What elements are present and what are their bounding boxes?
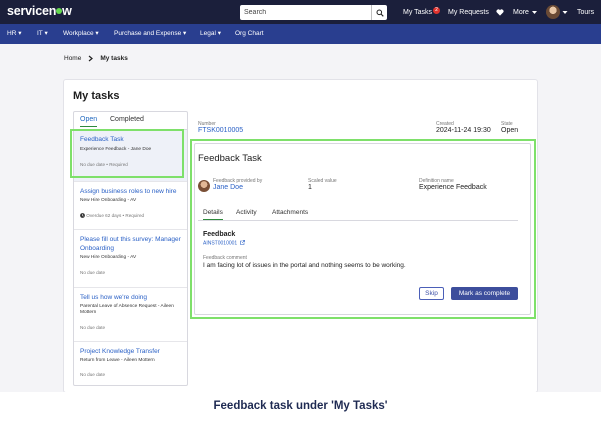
detail-title: Feedback Task — [198, 153, 262, 164]
screenshot-frame: servicenw My Tasks2 My Requests More Tou… — [0, 0, 601, 392]
favorites-heart[interactable] — [496, 0, 504, 24]
tab-attachments[interactable]: Attachments — [272, 209, 308, 216]
task-item-knowledge-transfer[interactable]: Project Knowledge Transfer Return from L… — [74, 342, 187, 385]
task-subtitle: New Hire Onboarding - AV — [80, 255, 137, 260]
chevron-down-icon: ▾ — [217, 30, 221, 37]
task-list: Open Completed Feedback Task Experience … — [73, 111, 188, 386]
scaled-value-label: Scaled value — [308, 178, 337, 184]
avatar-menu-toggle[interactable] — [562, 0, 568, 24]
task-subtitle: New Hire Onboarding - AV — [80, 198, 137, 203]
tab-details[interactable]: Details — [203, 209, 223, 220]
search-button[interactable] — [371, 5, 387, 20]
nav-more-label: More — [513, 8, 529, 16]
provider-avatar — [198, 180, 210, 192]
chevron-down-icon: ▾ — [183, 30, 187, 37]
nav-more[interactable]: More — [513, 0, 538, 24]
state-value: Open — [501, 127, 519, 134]
search-icon — [376, 9, 384, 17]
tab-activity[interactable]: Activity — [236, 209, 257, 216]
nav-my-tasks[interactable]: My Tasks 2 — [403, 0, 441, 24]
menu-bar: HR ▾ IT ▾ Workplace ▾ Purchase and Expen… — [0, 24, 601, 44]
feedback-heading: Feedback — [203, 231, 236, 238]
provided-by-value[interactable]: Jane Doe — [213, 184, 243, 191]
servicenow-logo[interactable]: servicen w — [7, 4, 72, 18]
task-meta: No due date — [80, 270, 106, 275]
created-value: 2024-11-24 19:30 — [436, 127, 491, 134]
chevron-down-icon — [531, 10, 537, 14]
feedback-comment-label: Feedback comment — [203, 255, 247, 261]
definition-name-value: Experience Feedback — [419, 184, 487, 191]
menu-purchase-expense-label: Purchase and Expense — [114, 30, 182, 37]
notification-badge: 2 — [433, 7, 441, 14]
feedback-reference-link[interactable]: AINST0010001 — [203, 240, 245, 247]
task-subtitle: Parental Leave of Absence Request - Aile… — [80, 304, 174, 315]
chevron-down-icon: ▾ — [95, 30, 99, 37]
menu-org-chart-label: Org Chart — [235, 30, 264, 37]
chevron-down-icon: ▾ — [18, 30, 22, 37]
task-list-tabs: Open Completed — [74, 112, 187, 130]
menu-it[interactable]: IT ▾ — [37, 24, 48, 44]
task-meta: No due date • Required — [80, 162, 128, 167]
task-meta: Overdue 62 days • Required — [80, 213, 144, 218]
nav-my-requests[interactable]: My Requests — [448, 0, 489, 24]
logo-dot — [56, 8, 63, 15]
task-meta: No due date — [80, 372, 106, 377]
overdue-clock-icon — [80, 213, 85, 218]
feedback-comment: I am facing lot of issues in the portal … — [203, 262, 406, 269]
menu-org-chart[interactable]: Org Chart — [235, 24, 264, 44]
feedback-reference-text: AINST0010001 — [203, 240, 238, 247]
menu-legal[interactable]: Legal ▾ — [200, 24, 221, 44]
chevron-down-icon: ▾ — [44, 30, 48, 37]
task-title: Project Knowledge Transfer — [80, 348, 160, 355]
record-number[interactable]: FTSK0010005 — [198, 127, 243, 134]
scaled-value: 1 — [308, 184, 312, 191]
chevron-right-icon — [88, 55, 94, 62]
task-title: Feedback Task — [80, 136, 124, 143]
breadcrumb-home[interactable]: Home — [64, 55, 81, 62]
skip-button[interactable]: Skip — [419, 287, 444, 300]
heart-icon — [496, 8, 504, 16]
task-meta-text: Overdue 62 days • Required — [86, 213, 145, 218]
task-title: Assign business roles to new hire — [80, 188, 177, 195]
breadcrumb: Home My tasks — [64, 55, 128, 62]
nav-tours[interactable]: Tours — [577, 0, 594, 24]
top-bar: servicenw My Tasks2 My Requests More Tou… — [0, 0, 601, 24]
user-avatar[interactable] — [546, 5, 560, 19]
detail-tabs: Details Activity Attachments — [198, 206, 518, 221]
task-subtitle: Return from Leave - Aileen Mottern — [80, 358, 155, 363]
menu-workplace-label: Workplace — [63, 30, 94, 37]
task-item-feedback[interactable]: Feedback Task Experience Feedback - Jane… — [74, 130, 187, 182]
task-meta: No due date — [80, 325, 106, 330]
task-title: Please fill out this survey: Manager Onb… — [80, 236, 181, 252]
nav-my-requests-label: My Requests — [448, 8, 489, 16]
breadcrumb-current: My tasks — [100, 55, 128, 62]
menu-it-label: IT — [37, 30, 43, 37]
menu-hr-label: HR — [7, 30, 17, 37]
mark-as-complete-button[interactable]: Mark as complete — [451, 287, 518, 300]
task-title: Tell us how we're doing — [80, 294, 147, 301]
logo-text: servicen w — [7, 4, 72, 18]
task-item-assign-roles[interactable]: Assign business roles to new hire New Hi… — [74, 182, 187, 230]
task-subtitle: Experience Feedback - Jane Doe — [80, 147, 152, 152]
menu-purchase-expense[interactable]: Purchase and Expense ▾ — [114, 24, 186, 44]
task-item-feedback-survey[interactable]: Tell us how we're doing Parental Leave o… — [74, 288, 187, 342]
chevron-down-icon — [562, 10, 568, 14]
tab-completed[interactable]: Completed — [110, 116, 144, 123]
figure-caption: Feedback task under 'My Tasks' — [213, 400, 388, 412]
nav-tours-label: Tours — [577, 8, 595, 16]
nav-my-tasks-label: My Tasks — [403, 8, 433, 16]
search-box — [240, 5, 387, 20]
search-input[interactable] — [240, 6, 368, 19]
tab-open[interactable]: Open — [80, 116, 98, 127]
external-link-icon — [239, 240, 245, 245]
task-item-survey[interactable]: Please fill out this survey: Manager Onb… — [74, 230, 187, 288]
menu-hr[interactable]: HR ▾ — [7, 24, 21, 44]
menu-legal-label: Legal — [200, 30, 216, 37]
menu-workplace[interactable]: Workplace ▾ — [63, 24, 99, 44]
page-title: My tasks — [73, 90, 120, 102]
